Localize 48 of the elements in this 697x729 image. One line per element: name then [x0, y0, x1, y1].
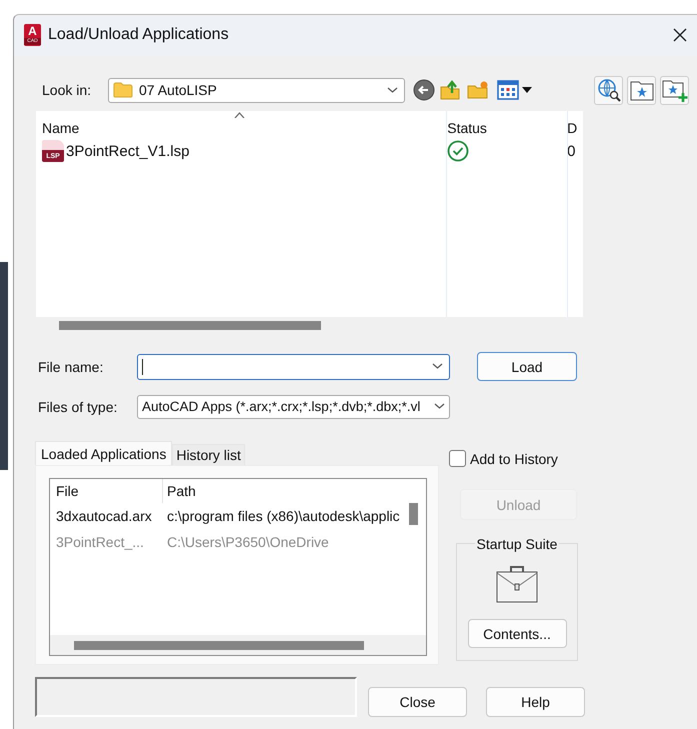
column-header[interactable]: D	[562, 117, 583, 139]
file-name-field[interactable]	[137, 354, 450, 380]
column-header[interactable]: Status	[442, 117, 562, 139]
view-menu-button[interactable]	[497, 80, 532, 100]
file-name-label: File name:	[37, 358, 104, 374]
table-cell: 0	[567, 142, 576, 160]
close-icon	[673, 28, 687, 42]
table-cell-text: 3dxautocad.arx	[55, 508, 153, 524]
look-in-dropdown[interactable]: 07 AutoLISP	[108, 78, 405, 102]
folder-star-plus-icon	[662, 78, 688, 102]
look-in-value: 07 AutoLISP	[139, 82, 218, 98]
table-cell-text: 3PointRect_...	[55, 534, 145, 550]
files-of-type-dropdown[interactable]: AutoCAD Apps (*.arx;*.crx;*.lsp;*.dvb;*.dbx;*.vl	[137, 394, 450, 418]
chevron-icon	[434, 403, 445, 410]
column-header[interactable]: File	[50, 479, 162, 503]
look-in-label: Look in:	[41, 82, 92, 98]
scrollbar-thumb[interactable]	[59, 320, 321, 330]
globe-search-icon	[596, 78, 620, 102]
table-cell-text: C:\Users\P3650\OneDrive	[166, 534, 329, 550]
scrollbar-thumb[interactable]	[74, 640, 364, 650]
checkbox[interactable]	[449, 450, 466, 467]
add-favorite-button[interactable]	[660, 76, 689, 104]
sort-caret-icon	[234, 112, 245, 118]
dialog-button[interactable]: Help	[486, 687, 585, 717]
files-of-type-label: Files of type:	[37, 398, 118, 414]
dialog-button[interactable]: Close	[368, 687, 467, 717]
logo-letter: A	[28, 24, 37, 38]
contents-button[interactable]: Contents...	[468, 619, 566, 648]
add-to-history-label: Add to History	[470, 450, 558, 466]
briefcase-icon	[496, 565, 538, 603]
column-header[interactable]: Name	[36, 117, 442, 139]
folder-up-icon[interactable]	[440, 79, 462, 101]
web-search-button[interactable]	[594, 76, 623, 104]
caret-icon	[522, 87, 532, 93]
favorites-folder-button[interactable]	[627, 76, 656, 104]
grid-icon	[497, 80, 519, 100]
back-icon[interactable]	[413, 79, 435, 101]
scrollbar-thumb[interactable]	[409, 503, 418, 525]
chevron-icon	[432, 363, 443, 370]
tab[interactable]: Loaded Applications	[35, 441, 172, 465]
folder-icon	[113, 82, 133, 98]
column-header[interactable]: Path	[162, 479, 196, 503]
load-button[interactable]: Load	[477, 352, 577, 381]
tab[interactable]: History list	[172, 444, 245, 465]
table-cell-text: c:\program files (x86)\autodesk\applic	[166, 508, 400, 524]
window-title: Load/Unload Applications	[48, 26, 230, 44]
chevron-icon	[387, 86, 398, 94]
folder-star-icon	[630, 79, 654, 101]
